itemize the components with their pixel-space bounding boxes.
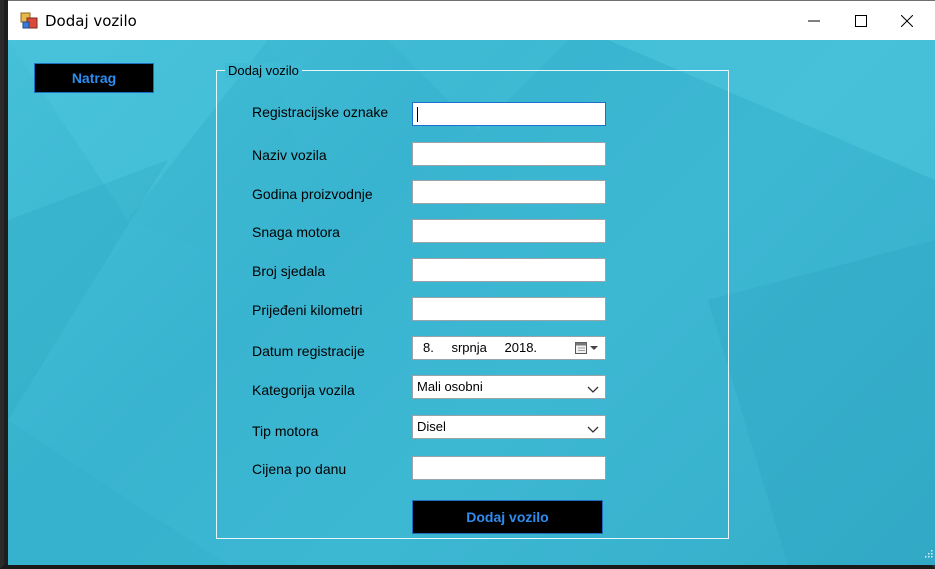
- vehicle-name-input[interactable]: [412, 142, 606, 166]
- vehicle-category-select[interactable]: Mali osobni: [412, 375, 606, 399]
- label-registration-date: Datum registracije: [252, 343, 365, 359]
- minimize-icon: [808, 20, 820, 21]
- production-year-input[interactable]: [412, 180, 606, 204]
- label-mileage: Prijeđeni kilometri: [252, 302, 363, 318]
- date-month[interactable]: srpnja: [451, 340, 486, 355]
- label-vehicle-category: Kategorija vozila: [252, 382, 355, 398]
- date-day[interactable]: 8.: [423, 340, 434, 355]
- close-button[interactable]: [884, 1, 930, 40]
- form-client-area: Natrag Dodaj vozilo Registracijske oznak…: [8, 40, 935, 565]
- vehicle-category-value: Mali osobni: [417, 379, 483, 394]
- registration-plates-input[interactable]: [412, 102, 606, 126]
- title-bar[interactable]: Dodaj vozilo: [8, 0, 935, 40]
- resize-grip-icon[interactable]: [923, 545, 933, 563]
- label-engine-power: Snaga motora: [252, 224, 340, 240]
- label-engine-type: Tip motora: [252, 423, 319, 439]
- app-window: Dodaj vozilo Natrag Dodaj vozilo Registr…: [0, 0, 935, 569]
- label-vehicle-name: Naziv vozila: [252, 147, 327, 163]
- price-per-day-input[interactable]: [412, 456, 606, 480]
- maximize-icon: [855, 14, 867, 27]
- engine-power-input[interactable]: [412, 219, 606, 243]
- mileage-input[interactable]: [412, 297, 606, 321]
- label-production-year: Godina proizvodnje: [252, 186, 373, 202]
- window-title: Dodaj vozilo: [45, 12, 137, 30]
- add-vehicle-button[interactable]: Dodaj vozilo: [412, 500, 603, 534]
- maximize-button[interactable]: [838, 1, 884, 40]
- group-title: Dodaj vozilo: [225, 63, 302, 78]
- registration-date-picker[interactable]: 8. srpnja 2018.: [412, 336, 606, 360]
- back-button[interactable]: Natrag: [34, 63, 154, 93]
- minimize-button[interactable]: [791, 1, 837, 40]
- close-icon: [901, 14, 913, 27]
- calendar-icon[interactable]: [575, 341, 599, 358]
- date-year[interactable]: 2018.: [505, 340, 538, 355]
- chevron-down-icon[interactable]: [587, 382, 599, 397]
- label-seat-count: Broj sjedala: [252, 263, 326, 279]
- chevron-down-icon[interactable]: [587, 422, 599, 437]
- app-icon: [20, 12, 38, 30]
- text-caret: [417, 107, 418, 122]
- seat-count-input[interactable]: [412, 258, 606, 282]
- label-price-per-day: Cijena po danu: [252, 461, 347, 477]
- engine-type-select[interactable]: Disel: [412, 415, 606, 439]
- engine-type-value: Disel: [417, 419, 446, 434]
- label-registration-plates: Registracijske oznake: [252, 104, 389, 120]
